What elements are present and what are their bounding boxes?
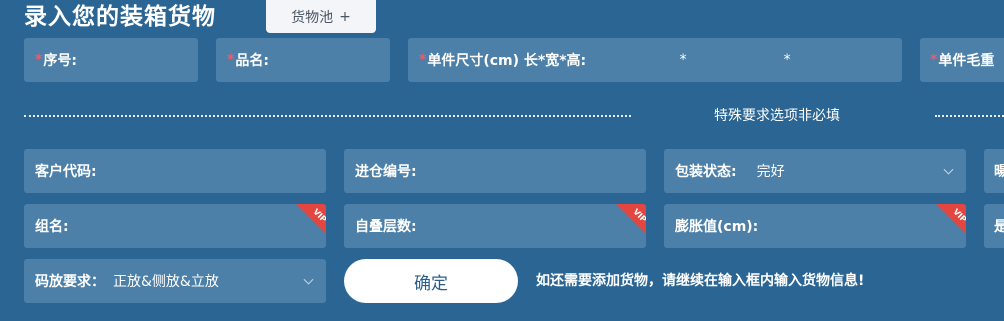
vip-badge: VIP [296, 204, 326, 234]
product-name-label: 品名: [235, 53, 269, 69]
dimensions-field[interactable]: * 单件尺寸(cm) 长*宽*高: * * [408, 38, 902, 82]
unit-weight-field[interactable]: * 单件毛重 [920, 38, 1004, 82]
expansion-value-field[interactable]: 膨胀值(cm): VIP [664, 204, 966, 248]
cargo-pool-label: 货物池 [291, 9, 334, 26]
product-name-field[interactable]: * 品名: [216, 38, 390, 82]
dimension-separator: * [783, 52, 791, 68]
required-mark: * [227, 52, 235, 68]
stack-layers-label: 自叠层数: [355, 219, 417, 235]
dimensions-label: 单件尺寸(cm) 长*宽*高: [427, 53, 587, 69]
add-cargo-hint: 如还需要添加货物，请继续在输入框内输入货物信息! [536, 273, 865, 289]
divider-left [24, 115, 631, 117]
expansion-value-label: 膨胀值(cm): [675, 219, 759, 235]
index-field[interactable]: * 序号: [24, 38, 198, 82]
placement-requirement-select[interactable]: 码放要求： 正放&侧放&立放 [24, 259, 326, 303]
index-label: 序号: [43, 53, 77, 69]
package-status-label: 包装状态: [675, 164, 737, 180]
customer-code-field[interactable]: 客户代码: [24, 149, 326, 193]
group-name-label: 组名: [35, 219, 69, 235]
warehouse-number-field[interactable]: 进仓编号: [344, 149, 646, 193]
cut-off-field-2[interactable]: 是 [984, 204, 1004, 248]
confirm-button[interactable]: 确定 [344, 259, 518, 303]
warehouse-number-label: 进仓编号: [355, 164, 417, 180]
cut-off-field[interactable]: 暘 [984, 149, 1004, 193]
cut-off-label: 暘 [994, 164, 1004, 180]
divider-right [935, 115, 1004, 117]
group-name-field[interactable]: 组名: VIP [24, 204, 326, 248]
chevron-down-icon [303, 274, 314, 285]
required-mark: * [419, 52, 427, 68]
placement-requirement-value: 正放&侧放&立放 [113, 274, 219, 290]
vip-badge: VIP [936, 204, 966, 234]
package-status-select[interactable]: 包装状态: 完好 [664, 149, 966, 193]
required-mark: * [930, 52, 938, 68]
vip-badge: VIP [616, 204, 646, 234]
cut-off-label-2: 是 [994, 219, 1004, 235]
cargo-pool-button[interactable]: 货物池 + [266, 0, 376, 33]
package-status-value: 完好 [756, 164, 785, 180]
dimension-separator: * [679, 52, 687, 68]
plus-icon: + [339, 8, 351, 25]
required-mark: * [35, 52, 43, 68]
placement-requirement-label: 码放要求： [35, 274, 105, 290]
customer-code-label: 客户代码: [35, 164, 97, 180]
chevron-down-icon [943, 164, 954, 175]
page-title: 录入您的装箱货物 [24, 4, 216, 30]
stack-layers-field[interactable]: 自叠层数: VIP [344, 204, 646, 248]
optional-section-label: 特殊要求选项非必填 [714, 108, 840, 124]
unit-weight-label: 单件毛重 [938, 53, 995, 69]
